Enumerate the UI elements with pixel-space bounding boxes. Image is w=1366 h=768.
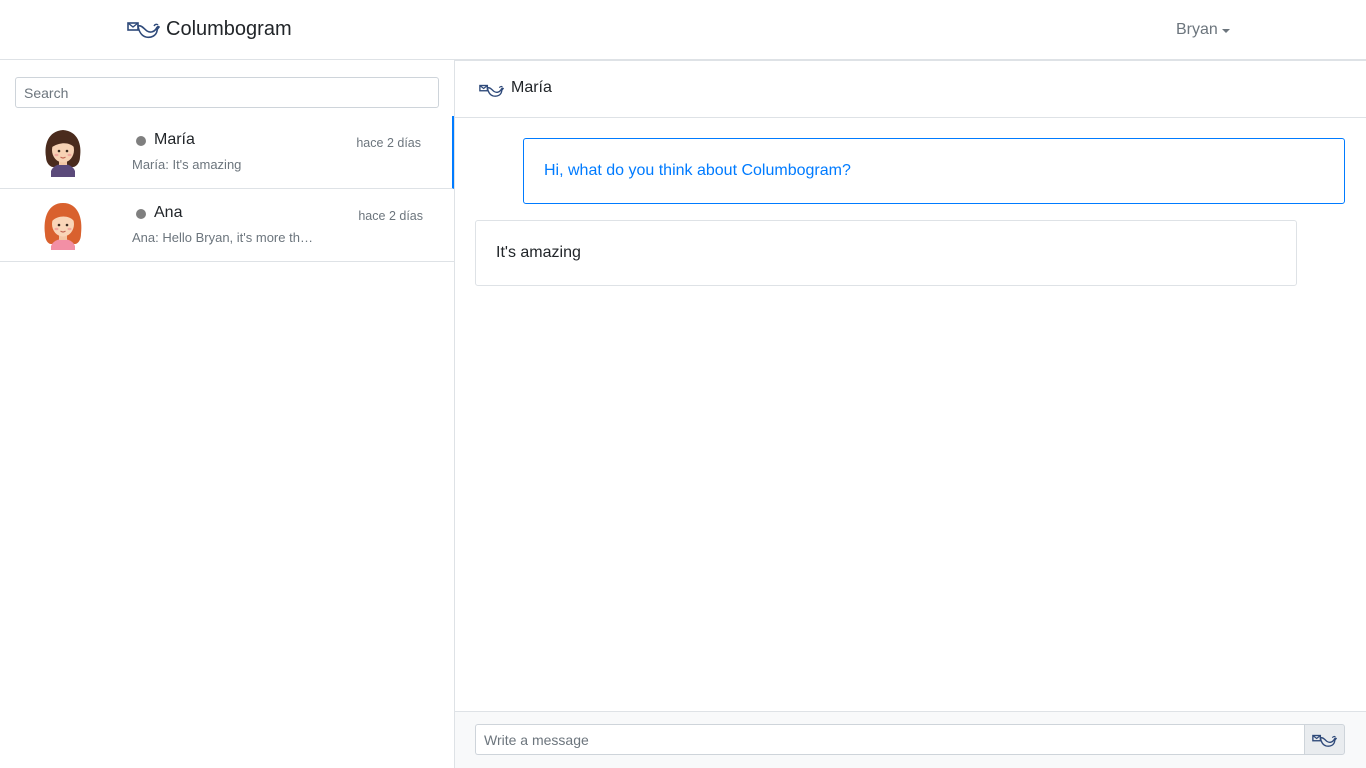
pigeon-letter-icon [479,84,504,97]
send-button[interactable] [1304,724,1345,755]
avatar-brown-hair-icon [45,130,81,177]
conversation-header: María [455,61,1366,118]
brand-name: Columbogram [166,18,292,40]
sidebar: María hace 2 días María: It's amazing An… [0,61,454,768]
chat-item-ana[interactable]: Ana hace 2 días Ana: Hello Bryan, it's m… [0,189,454,262]
status-indicator [136,209,146,219]
message-list: Hi, what do you think about Columbogram?… [455,118,1366,711]
chat-timestamp: hace 2 días [356,136,421,150]
search-input[interactable] [15,77,439,108]
chat-list: María hace 2 días María: It's amazing An… [0,116,454,262]
chat-contact-name: María [154,131,195,148]
message-outgoing: Hi, what do you think about Columbogram? [523,138,1345,204]
conversation-contact-name: María [511,79,552,96]
user-menu-dropdown[interactable]: Bryan [1176,20,1230,40]
message-input[interactable] [475,724,1304,755]
message-composer [455,711,1366,768]
chat-last-message: María: It's amazing [132,157,242,172]
navbar: Columbogram Bryan [0,0,1366,60]
caret-down-icon [1221,28,1230,33]
message-text: Hi, what do you think about Columbogram? [544,162,851,179]
chat-item-maria[interactable]: María hace 2 días María: It's amazing [0,116,454,189]
status-indicator [136,136,146,146]
chat-timestamp: hace 2 días [358,209,423,223]
chat-contact-name: Ana [154,204,183,221]
message-text: It's amazing [496,244,581,261]
pigeon-letter-icon [127,22,160,39]
conversation-panel: María Hi, what do you think about Columb… [454,60,1366,768]
user-name: Bryan [1176,21,1218,38]
brand-link[interactable]: Columbogram [127,17,292,41]
search-wrapper [15,77,439,108]
chat-last-message: Ana: Hello Bryan, it's more than amazing [132,230,318,245]
avatar-red-hair-icon [44,203,82,250]
pigeon-letter-icon [1312,734,1337,747]
message-incoming: It's amazing [475,220,1297,286]
